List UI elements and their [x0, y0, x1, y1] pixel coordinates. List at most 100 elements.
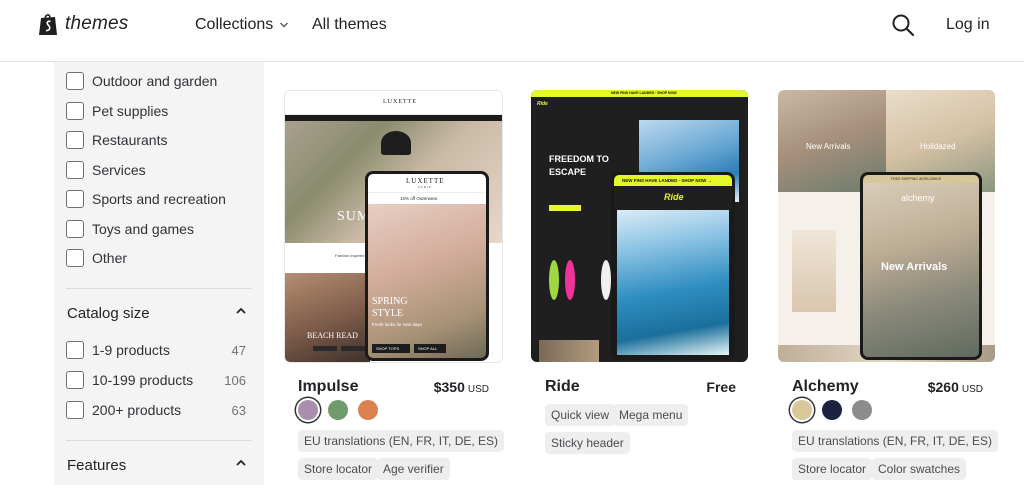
chevron-up-icon[interactable]	[235, 457, 247, 469]
filter-label: Other	[92, 250, 128, 266]
checkbox[interactable]	[66, 102, 84, 120]
filter-restaurants[interactable]: Restaurants	[66, 130, 256, 150]
theme-price: $260 USD	[928, 379, 983, 395]
feature-tag: Quick view	[545, 404, 616, 426]
hero-sub: Fashion inspired	[335, 253, 365, 258]
mock-top-banner-text: NEW FINS HAVE LANDED · SHOP NOW	[611, 91, 677, 95]
filter-label: Services	[92, 162, 146, 178]
hero-holidazed: Holidazed	[920, 142, 956, 151]
mobile-nav: LUXETTE PARIS	[368, 174, 486, 192]
mobile-banner: NEW FINS HAVE LANDED · SHOP NOW →	[614, 175, 732, 186]
color-swatch[interactable]	[792, 400, 812, 420]
theme-preview-alchemy[interactable]: New Arrivals Holidazed FREE SHIPPING WOR…	[778, 90, 997, 363]
checkbox[interactable]	[66, 371, 84, 389]
nav-collections-label: Collections	[195, 16, 274, 33]
shopify-themes-logo[interactable]: themes	[38, 12, 129, 36]
features-heading[interactable]: Features	[67, 457, 126, 474]
checkbox[interactable]	[66, 131, 84, 149]
filter-label: 1-9 products	[92, 342, 170, 358]
theme-preview-impulse[interactable]: LUXETTE SUM Fashion inspired BEACH READ …	[284, 90, 503, 363]
filter-catalog-1-9[interactable]: 1-9 products 47	[66, 340, 256, 360]
filter-outdoor-garden[interactable]: Outdoor and garden	[66, 71, 256, 91]
filter-sidebar: Outdoor and garden Pet supplies Restaura…	[54, 62, 264, 485]
nav-collections[interactable]: Collections	[195, 16, 289, 34]
bottom-photo	[539, 340, 599, 362]
feature-tag: Color swatches	[872, 458, 967, 480]
mobile-brand: LUXETTE	[406, 177, 445, 185]
nav-all-themes[interactable]: All themes	[312, 16, 387, 34]
mobile-title-2: STYLE	[372, 308, 404, 319]
beach-read: BEACH READ	[307, 331, 358, 340]
filter-sports-recreation[interactable]: Sports and recreation	[66, 189, 256, 209]
filter-count: 106	[224, 372, 246, 388]
feature-tag: Sticky header	[545, 432, 630, 454]
checkbox[interactable]	[66, 401, 84, 419]
color-swatch[interactable]	[328, 400, 348, 420]
filter-catalog-10-199[interactable]: 10-199 products 106	[66, 370, 256, 390]
mock-top-banner: NEW FINS HAVE LANDED · SHOP NOW	[531, 90, 748, 97]
feature-tag: Store locator	[298, 458, 379, 480]
checkbox[interactable]	[66, 341, 84, 359]
surfboard-pink	[565, 260, 575, 300]
catalog-size-heading[interactable]: Catalog size	[67, 305, 150, 322]
price-value: $260	[927, 379, 959, 395]
search-icon[interactable]	[891, 13, 915, 37]
mock-button	[341, 346, 365, 351]
mobile-brand-sub: PARIS	[418, 185, 432, 189]
mobile-title-1: SPRING	[372, 296, 408, 307]
mobile-banner: FREE SHIPPING WORLDWIDE	[863, 175, 979, 183]
theme-name[interactable]: Alchemy	[792, 378, 859, 396]
chevron-down-icon	[280, 22, 289, 28]
theme-price: $350 USD	[434, 379, 489, 395]
filter-toys-games[interactable]: Toys and games	[66, 219, 256, 239]
product-photo	[792, 230, 836, 312]
hat-shape	[381, 131, 411, 155]
checkbox[interactable]	[66, 249, 84, 267]
filter-label: Pet supplies	[92, 103, 169, 119]
mobile-mockup: FREE SHIPPING WORLDWIDE alchemy New Arri…	[860, 172, 982, 360]
color-swatch[interactable]	[358, 400, 378, 420]
theme-preview-ride[interactable]: NEW FINS HAVE LANDED · SHOP NOW Ride FRE…	[531, 90, 750, 363]
top-header: themes Collections All themes Log in	[0, 0, 1024, 62]
login-link[interactable]: Log in	[946, 16, 990, 34]
theme-name[interactable]: Ride	[545, 378, 580, 396]
filter-catalog-200-plus[interactable]: 200+ products 63	[66, 400, 256, 420]
filter-label: Restaurants	[92, 132, 168, 148]
hero-line-1: FREEDOM TO	[549, 154, 609, 164]
mock-button	[313, 346, 337, 351]
price-value: Free	[706, 379, 736, 395]
filter-label: Outdoor and garden	[92, 73, 218, 89]
mock-brand: LUXETTE	[383, 99, 417, 105]
filter-other[interactable]: Other	[66, 248, 256, 268]
theme-price: Free	[706, 379, 736, 395]
mobile-logo: alchemy	[901, 193, 935, 203]
mobile-nav: Ride	[614, 186, 732, 210]
mock-button-label: SHOP TOPS	[376, 346, 400, 351]
filter-label: Sports and recreation	[92, 191, 226, 207]
color-swatch[interactable]	[852, 400, 872, 420]
mock-button-label: SHOP ALL	[418, 346, 438, 351]
color-swatch[interactable]	[298, 400, 318, 420]
checkbox[interactable]	[66, 220, 84, 238]
mock-button	[549, 205, 581, 211]
mock-button: SHOP ALL	[414, 344, 446, 353]
mock-logo: Ride	[537, 101, 548, 107]
filter-pet-supplies[interactable]: Pet supplies	[66, 101, 256, 121]
checkbox[interactable]	[66, 72, 84, 90]
shopify-bag-icon	[39, 14, 57, 35]
theme-name[interactable]: Impulse	[298, 378, 358, 396]
mobile-mockup: NEW FINS HAVE LANDED · SHOP NOW → Ride	[611, 172, 735, 360]
filter-services[interactable]: Services	[66, 160, 256, 180]
filter-label: 10-199 products	[92, 372, 194, 388]
mobile-surf-photo	[617, 210, 729, 355]
feature-tag: EU translations (EN, FR, IT, DE, ES)	[298, 430, 505, 452]
mobile-new-arrivals: New Arrivals	[881, 261, 948, 273]
color-swatch[interactable]	[822, 400, 842, 420]
checkbox[interactable]	[66, 190, 84, 208]
chevron-up-icon[interactable]	[235, 305, 247, 317]
feature-tag: Store locator	[792, 458, 873, 480]
section-divider	[66, 288, 252, 289]
checkbox[interactable]	[66, 161, 84, 179]
mock-button: SHOP TOPS	[372, 344, 410, 353]
surfboard-white	[601, 260, 611, 300]
